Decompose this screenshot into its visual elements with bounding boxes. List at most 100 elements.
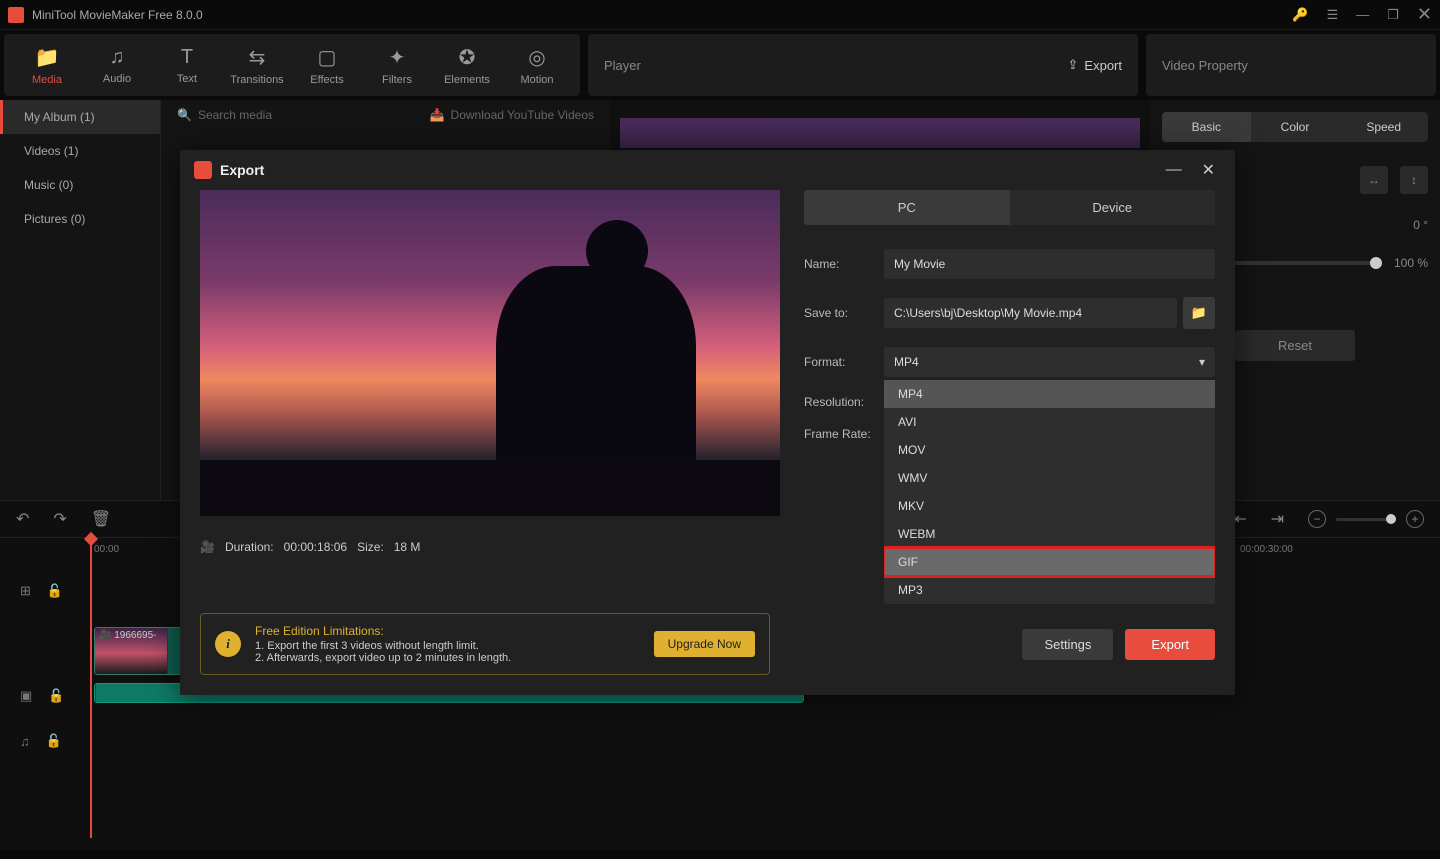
search-icon: 🔍 [177,108,192,122]
format-dropdown: MP4 AVI MOV WMV MKV WEBM GIF MP3 [884,380,1215,604]
zoom-slider[interactable] [1336,518,1396,521]
effects-icon: ▢ [318,45,337,70]
motion-icon: ◎ [528,45,545,70]
lock-track-icon[interactable]: 🔓 [47,583,63,599]
limitations-line2: 2. Afterwards, export video up to 2 minu… [255,652,511,664]
transitions-icon: ⇆ [249,45,266,70]
chevron-down-icon: ▾ [1199,355,1205,369]
audio-icon: ♫ [110,46,125,69]
property-header: Video Property [1146,34,1436,96]
main-toolbar: 📁Media ♫Audio TText ⇆Transitions ▢Effect… [0,30,1440,100]
format-select[interactable]: MP4 ▾ [884,347,1215,377]
export-dialog-title: Export [220,162,1152,178]
prop-tab-basic[interactable]: Basic [1162,112,1251,142]
limitations-title: Free Edition Limitations: [255,624,511,638]
cut-start-icon[interactable]: ⇤ [1233,509,1246,529]
key-icon[interactable]: 🔑 [1292,7,1308,23]
player-preview [620,118,1140,148]
prop-tab-speed[interactable]: Speed [1339,112,1428,142]
tab-transitions[interactable]: ⇆Transitions [222,38,292,92]
tab-media[interactable]: 📁Media [12,38,82,92]
browse-folder-button[interactable]: 📁 [1183,297,1215,329]
lock-video-icon[interactable]: 🔓 [48,688,64,704]
download-icon: 📥 [430,108,445,122]
maximize-button[interactable]: ❐ [1387,7,1399,23]
search-placeholder: Search media [198,108,272,122]
tab-elements[interactable]: ✪Elements [432,38,502,92]
prop-tab-color[interactable]: Color [1251,112,1340,142]
menu-icon[interactable]: ☰ [1327,7,1339,23]
dialog-minimize-button[interactable]: — [1160,161,1188,179]
search-media[interactable]: 🔍 Search media [177,108,272,122]
clip-label: 🎥 1966695- [99,630,157,641]
property-label: Video Property [1162,58,1248,73]
media-icon: 📁 [35,45,60,70]
format-option-webm[interactable]: WEBM [884,520,1215,548]
format-option-wmv[interactable]: WMV [884,464,1215,492]
media-sidebar: My Album (1) Videos (1) Music (0) Pictur… [0,100,160,500]
zoom-out-button[interactable]: − [1308,510,1326,528]
video-track-icon[interactable]: ▣ [20,688,32,704]
sidebar-item-videos[interactable]: Videos (1) [0,134,160,168]
film-icon: 🎥 [200,540,215,554]
size-label: Size: [357,540,384,554]
scale-value: 100 % [1394,256,1428,270]
zoom-in-button[interactable]: + [1406,510,1424,528]
tab-motion[interactable]: ◎Motion [502,38,572,92]
dest-tab-pc[interactable]: PC [804,190,1010,225]
tab-text[interactable]: TText [152,38,222,92]
titlebar: MiniTool MovieMaker Free 8.0.0 🔑 ☰ — ❐ ✕ [0,0,1440,30]
upgrade-button[interactable]: Upgrade Now [654,631,755,657]
sidebar-item-music[interactable]: Music (0) [0,168,160,202]
tab-audio[interactable]: ♫Audio [82,38,152,92]
format-option-mp3[interactable]: MP3 [884,576,1215,604]
lock-audio-icon[interactable]: 🔓 [46,733,62,749]
settings-button[interactable]: Settings [1022,629,1113,660]
rotate-value: 0 ° [1413,218,1428,232]
reset-button[interactable]: Reset [1235,330,1355,361]
cut-end-icon[interactable]: ⇥ [1271,509,1284,529]
sidebar-item-pictures[interactable]: Pictures (0) [0,202,160,236]
redo-icon[interactable]: ↷ [53,509,66,529]
flip-h-icon[interactable]: ↔ [1360,166,1388,194]
elements-icon: ✪ [459,45,476,70]
limitations-line1: 1. Export the first 3 videos without len… [255,640,511,652]
name-input[interactable]: My Movie [884,249,1215,279]
duration-label: Duration: [225,540,274,554]
export-label: Export [1084,58,1122,73]
flip-v-icon[interactable]: ↕ [1400,166,1428,194]
tool-tabs: 📁Media ♫Audio TText ⇆Transitions ▢Effect… [4,34,580,96]
export-dialog-icon [194,161,212,179]
format-value: MP4 [894,355,919,369]
minimize-button[interactable]: — [1356,7,1369,22]
sidebar-item-myalbum[interactable]: My Album (1) [0,100,160,134]
clip-thumbnail: 🎥 1966695- [95,628,167,674]
undo-icon[interactable]: ↶ [16,509,29,529]
add-track-icon[interactable]: ⊞ [20,583,31,599]
export-icon: ⇪ [1068,57,1079,73]
export-button[interactable]: ⇪ Export [1068,57,1122,73]
format-option-mkv[interactable]: MKV [884,492,1215,520]
save-input[interactable]: C:\Users\bj\Desktop\My Movie.mp4 [884,298,1177,328]
export-dialog: Export — ✕ 🎥 Duration: 00:00:18:06 Size:… [180,150,1235,695]
format-option-mov[interactable]: MOV [884,436,1215,464]
tab-filters[interactable]: ✦Filters [362,38,432,92]
tab-effects[interactable]: ▢Effects [292,38,362,92]
format-option-avi[interactable]: AVI [884,408,1215,436]
resolution-label: Resolution: [804,395,884,409]
export-confirm-button[interactable]: Export [1125,629,1215,660]
download-youtube[interactable]: 📥 Download YouTube Videos [430,108,594,122]
format-option-mp4[interactable]: MP4 [884,380,1215,408]
size-value: 18 M [394,540,421,554]
folder-icon: 📁 [1191,305,1207,321]
audio-track-icon[interactable]: ♫ [20,734,30,749]
format-option-gif[interactable]: GIF [884,548,1215,576]
delete-icon[interactable]: 🗑 [91,509,111,529]
dialog-close-button[interactable]: ✕ [1196,160,1221,180]
tick-0: 00:00 [94,544,119,555]
export-preview [200,190,780,516]
name-label: Name: [804,257,884,271]
dest-tab-device[interactable]: Device [1010,190,1216,225]
close-button[interactable]: ✕ [1417,4,1432,25]
filters-icon: ✦ [389,45,406,70]
